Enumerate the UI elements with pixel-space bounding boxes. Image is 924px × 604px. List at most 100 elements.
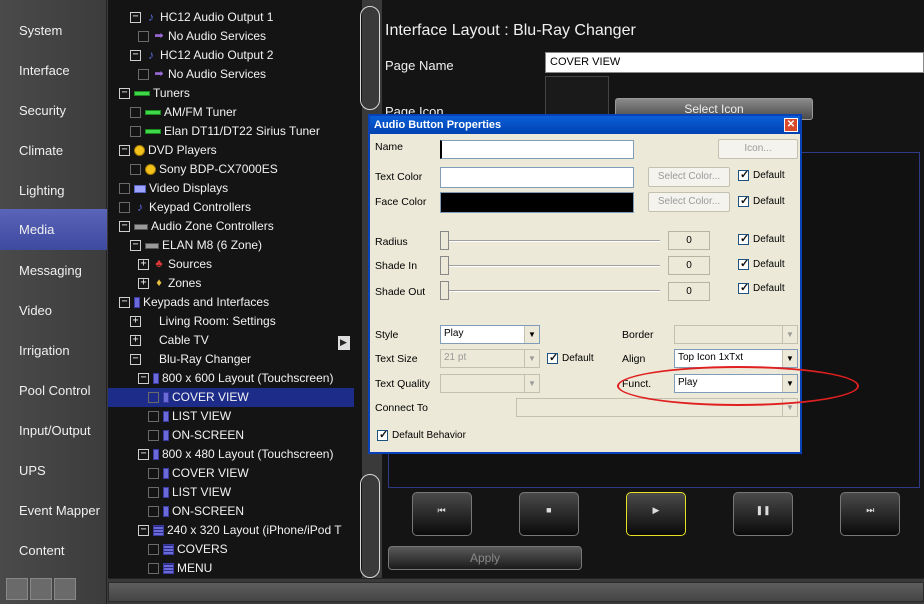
shade-in-default-checkbox[interactable]: Default [738,257,785,270]
nav-item-media[interactable]: Media [0,209,107,250]
tree-checkbox[interactable] [130,107,141,118]
nav-item-ups[interactable]: UPS [0,451,107,491]
collapse-icon[interactable]: − [130,354,141,365]
text-size-select[interactable]: 21 pt ▼ [440,349,540,368]
tree-row[interactable]: LIST VIEW [148,483,231,502]
nav-item-security[interactable]: Security [0,91,107,131]
tree-row[interactable]: Sony BDP-CX7000ES [130,160,278,179]
face-color-swatch[interactable] [440,192,634,213]
dropdown-arrow-icon[interactable]: ▼ [524,375,539,392]
shade-out-slider[interactable] [440,281,660,300]
expand-icon[interactable]: + [130,316,141,327]
tree-checkbox[interactable] [138,31,149,42]
tree-row[interactable]: AM/FM Tuner [130,103,237,122]
tree-checkbox[interactable] [148,392,159,403]
collapse-icon[interactable]: − [130,240,141,251]
collapse-icon[interactable]: − [138,525,149,536]
radius-default-checkbox[interactable]: Default [738,232,785,245]
previous-track-button[interactable]: ⏮ [411,492,472,536]
tree-row[interactable]: − ELAN M8 (6 Zone) [130,236,262,255]
splitter-handle[interactable] [360,6,380,110]
dropdown-arrow-icon[interactable]: ▼ [782,326,797,343]
nav-item-pool-control[interactable]: Pool Control [0,371,107,411]
play-button[interactable]: ▶ [625,492,686,536]
tree-row[interactable]: MENU [148,559,212,578]
default-behavior-checkbox[interactable]: Default Behavior [377,428,466,441]
text-color-swatch[interactable] [440,167,634,188]
collapse-icon[interactable]: − [130,12,141,23]
tree-checkbox[interactable] [119,202,130,213]
tree-checkbox[interactable] [148,411,159,422]
tree-row[interactable]: ON-SCREEN [148,502,244,521]
pause-button[interactable]: ❚❚ [733,492,794,536]
tree-checkbox[interactable] [138,69,149,80]
face-color-default-checkbox[interactable]: Default [738,194,785,207]
splitter-handle[interactable] [360,474,380,578]
collapse-icon[interactable]: − [119,145,130,156]
expand-icon[interactable]: + [130,335,141,346]
collapse-icon[interactable]: − [138,373,149,384]
stop-button[interactable]: ■ [518,492,579,536]
tree-row[interactable]: ➡ No Audio Services [138,27,266,46]
icon-button[interactable]: Icon... [718,139,798,159]
tree-row[interactable]: −800 x 480 Layout (Touchscreen) [138,445,333,464]
slider-thumb[interactable] [440,231,449,250]
name-input[interactable] [440,140,634,159]
nav-item-content[interactable]: Content [0,531,107,571]
nav-bottom-button-1[interactable] [6,578,28,600]
tree-row[interactable]: − Audio Zone Controllers [119,217,274,236]
tree-row[interactable]: − Keypads and Interfaces [119,293,269,312]
tree-checkbox[interactable] [148,430,159,441]
collapse-icon[interactable]: − [119,297,130,308]
dropdown-arrow-icon[interactable]: ▼ [782,350,797,367]
tree-checkbox[interactable] [130,126,141,137]
nav-item-system[interactable]: System [0,11,107,51]
collapse-icon[interactable]: − [130,50,141,61]
apply-button[interactable]: Apply [388,546,582,570]
play-indicator-icon[interactable] [338,336,350,350]
tree-row[interactable]: − Blu-Ray Changer [130,350,251,369]
tree-row[interactable]: − Tuners [119,84,190,103]
tree-checkbox[interactable] [148,487,159,498]
nav-item-irrigation[interactable]: Irrigation [0,331,107,371]
tree-checkbox[interactable] [148,544,159,555]
close-icon[interactable]: ✕ [784,118,798,132]
tree-row[interactable]: −240 x 320 Layout (iPhone/iPod T [138,521,342,540]
collapse-icon[interactable]: − [119,221,130,232]
nav-item-input-output[interactable]: Input/Output [0,411,107,451]
nav-item-interface[interactable]: Interface [0,51,107,91]
text-size-default-checkbox[interactable]: Default [547,351,594,364]
tree-row[interactable]: + Living Room: Settings [130,312,276,331]
page-name-input[interactable]: COVER VIEW [545,52,924,73]
tree-row[interactable]: ➡ No Audio Services [138,65,266,84]
dropdown-arrow-icon[interactable]: ▼ [524,350,539,367]
tree-row[interactable]: −800 x 600 Layout (Touchscreen) [138,369,333,388]
tree-row[interactable]: ♪ Keypad Controllers [119,198,251,217]
tree-row[interactable]: ON-SCREEN [148,426,244,445]
collapse-icon[interactable]: − [119,88,130,99]
text-color-default-checkbox[interactable]: Default [738,168,785,181]
horizontal-scrollbar[interactable] [108,582,924,602]
tree-checkbox[interactable] [130,164,141,175]
radius-slider[interactable] [440,231,660,250]
nav-item-messaging[interactable]: Messaging [0,251,107,291]
collapse-icon[interactable]: − [138,449,149,460]
tree-checkbox[interactable] [119,183,130,194]
tree-row[interactable]: COVERS [148,540,228,559]
expand-icon[interactable]: + [138,278,149,289]
tree-row[interactable]: + ♣ Sources [138,255,212,274]
tree-row[interactable]: − DVD Players [119,141,217,160]
nav-bottom-button-2[interactable] [30,578,52,600]
shade-out-default-checkbox[interactable]: Default [738,281,785,294]
border-select[interactable]: ▼ [674,325,798,344]
tree-checkbox[interactable] [148,506,159,517]
style-select[interactable]: Play ▼ [440,325,540,344]
slider-thumb[interactable] [440,256,449,275]
tree-row[interactable]: COVER VIEW [148,464,249,483]
tree-row[interactable]: − ♪ HC12 Audio Output 1 [130,8,273,27]
tree-row[interactable]: + Cable TV [130,331,209,350]
nav-item-lighting[interactable]: Lighting [0,171,107,211]
tree-row[interactable]: + ♦ Zones [138,274,201,293]
nav-item-event-mapper[interactable]: Event Mapper [0,491,107,531]
slider-thumb[interactable] [440,281,449,300]
